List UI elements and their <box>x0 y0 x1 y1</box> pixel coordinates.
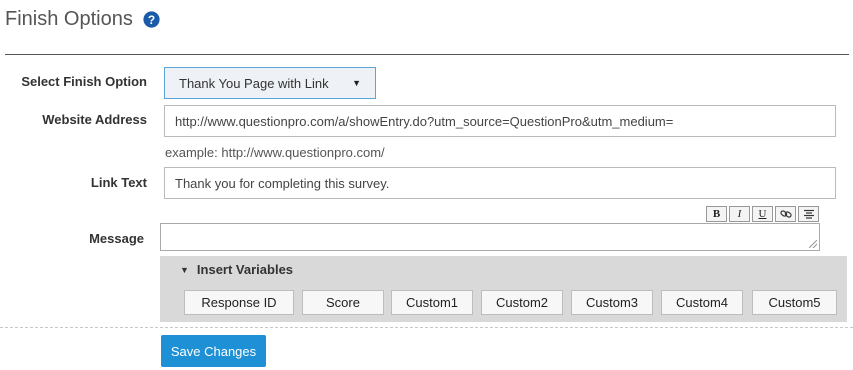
insert-variables-toggle[interactable]: ▼ Insert Variables <box>180 262 293 277</box>
chevron-down-icon: ▼ <box>352 78 361 88</box>
variable-button-custom1[interactable]: Custom1 <box>391 290 473 315</box>
finish-option-select[interactable]: Thank You Page with Link ▼ <box>164 67 376 99</box>
variable-button-custom5[interactable]: Custom5 <box>752 290 837 315</box>
align-center-icon <box>803 209 814 219</box>
variable-button-response-id[interactable]: Response ID <box>184 290 294 315</box>
message-textarea[interactable] <box>160 223 820 251</box>
page-title: Finish Options <box>5 8 133 30</box>
link-text-input[interactable]: Thank you for completing this survey. <box>164 167 836 199</box>
insert-variables-title: Insert Variables <box>196 262 294 277</box>
italic-button[interactable]: I <box>729 206 750 222</box>
link-text-label: Link Text <box>90 175 147 190</box>
save-changes-button[interactable]: Save Changes <box>161 335 266 367</box>
finish-option-selected: Thank You Page with Link <box>179 75 329 91</box>
section-divider <box>0 327 853 328</box>
help-icon[interactable]: ? <box>143 11 160 28</box>
message-label: Message <box>89 231 144 246</box>
insert-variables-panel: ▼ Insert Variables Response ID Score Cus… <box>160 256 847 322</box>
align-button[interactable] <box>798 206 819 222</box>
website-address-example: example: http://www.questionpro.com/ <box>165 145 385 160</box>
page-title-row: Finish Options ? <box>5 8 160 31</box>
bold-button[interactable]: B <box>706 206 727 222</box>
website-address-input[interactable]: http://www.questionpro.com/a/showEntry.d… <box>164 105 836 137</box>
variable-button-score[interactable]: Score <box>302 290 384 315</box>
caret-down-icon: ▼ <box>180 264 189 275</box>
variable-button-custom3[interactable]: Custom3 <box>571 290 653 315</box>
link-icon <box>779 210 792 218</box>
resize-handle-icon[interactable] <box>809 240 817 248</box>
website-address-label: Website Address <box>42 112 147 127</box>
underline-button[interactable]: U <box>752 206 773 222</box>
finish-option-label: Select Finish Option <box>21 74 147 89</box>
variable-button-custom4[interactable]: Custom4 <box>661 290 743 315</box>
title-divider <box>5 54 849 55</box>
variable-button-custom2[interactable]: Custom2 <box>481 290 563 315</box>
link-button[interactable] <box>775 206 796 222</box>
svg-text:?: ? <box>148 13 155 27</box>
editor-toolbar: B I U <box>706 206 819 222</box>
